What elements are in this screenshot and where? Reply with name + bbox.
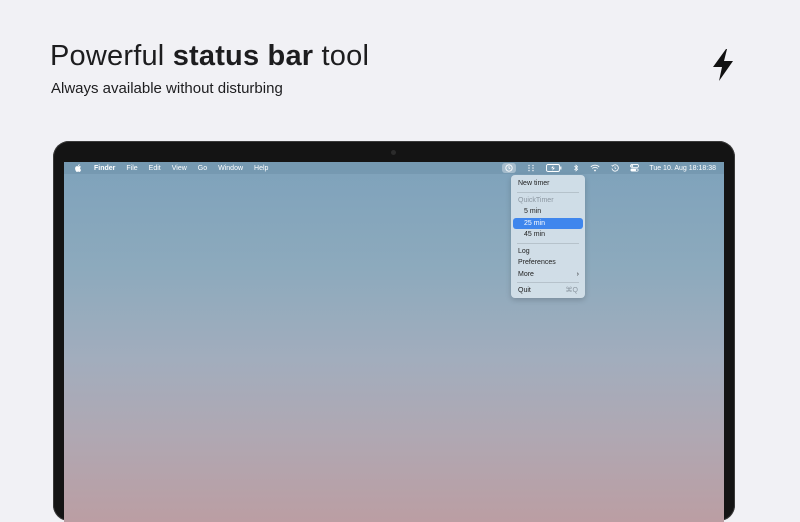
menu-app-name[interactable]: Finder (94, 165, 115, 172)
menu-bar-clock[interactable]: Tue 10. Aug 18:18:38 (649, 165, 716, 172)
menu-bar-left: Finder File Edit View Go Window Help (64, 164, 279, 172)
menu-help[interactable]: Help (254, 165, 268, 172)
headline: Powerful status bar tool (50, 40, 369, 73)
menu-edit[interactable]: Edit (149, 165, 161, 172)
dots-icon[interactable] (527, 164, 535, 172)
menu-separator (517, 191, 579, 193)
laptop-frame: Finder File Edit View Go Window Help Tue… (53, 141, 735, 522)
menu-separator (517, 282, 579, 283)
camera (391, 150, 396, 155)
control-center-icon[interactable] (630, 164, 640, 172)
quit-shortcut: ⌘Q (565, 287, 578, 294)
headline-suffix: tool (313, 40, 370, 72)
menu-item-more[interactable]: More › (511, 269, 585, 281)
menu-item-preset-5[interactable]: 5 min (511, 206, 585, 218)
menu-item-new-timer[interactable]: New timer (511, 178, 585, 190)
wifi-icon[interactable] (590, 164, 600, 172)
menu-separator (517, 242, 579, 244)
timer-status-icon[interactable] (502, 163, 517, 173)
battery-icon[interactable] (546, 164, 562, 172)
menu-item-preferences[interactable]: Preferences (511, 257, 585, 269)
menu-item-quit[interactable]: Quit ⌘Q (511, 285, 585, 297)
menu-bar-right: Tue 10. Aug 18:18:38 (502, 163, 724, 173)
menu-go[interactable]: Go (198, 165, 207, 172)
menu-item-more-label: More (518, 270, 534, 278)
menu-window[interactable]: Window (218, 165, 243, 172)
menu-view[interactable]: View (172, 165, 187, 172)
bluetooth-icon[interactable] (573, 164, 579, 172)
headline-prefix: Powerful (50, 40, 173, 72)
subtitle: Always available without disturbing (51, 80, 283, 97)
menu-item-quit-label: Quit (518, 287, 531, 294)
menu-item-preset-25[interactable]: 25 min (513, 217, 583, 229)
menu-item-log[interactable]: Log (511, 246, 585, 258)
timer-dropdown-menu: New timer QuickTimer 5 min 25 min 45 min… (511, 175, 585, 298)
headline-bold: status bar (172, 40, 314, 72)
apple-icon[interactable] (74, 164, 82, 172)
menu-section-header: QuickTimer (518, 196, 554, 204)
desktop-screen: Finder File Edit View Go Window Help Tue… (64, 162, 724, 522)
chevron-right-icon: › (576, 270, 579, 278)
lightning-bolt-icon (713, 49, 733, 81)
menu-item-preset-45[interactable]: 45 min (511, 229, 585, 241)
menu-file[interactable]: File (126, 165, 137, 172)
menu-bar: Finder File Edit View Go Window Help Tue… (64, 162, 724, 174)
time-machine-icon[interactable] (611, 164, 619, 172)
